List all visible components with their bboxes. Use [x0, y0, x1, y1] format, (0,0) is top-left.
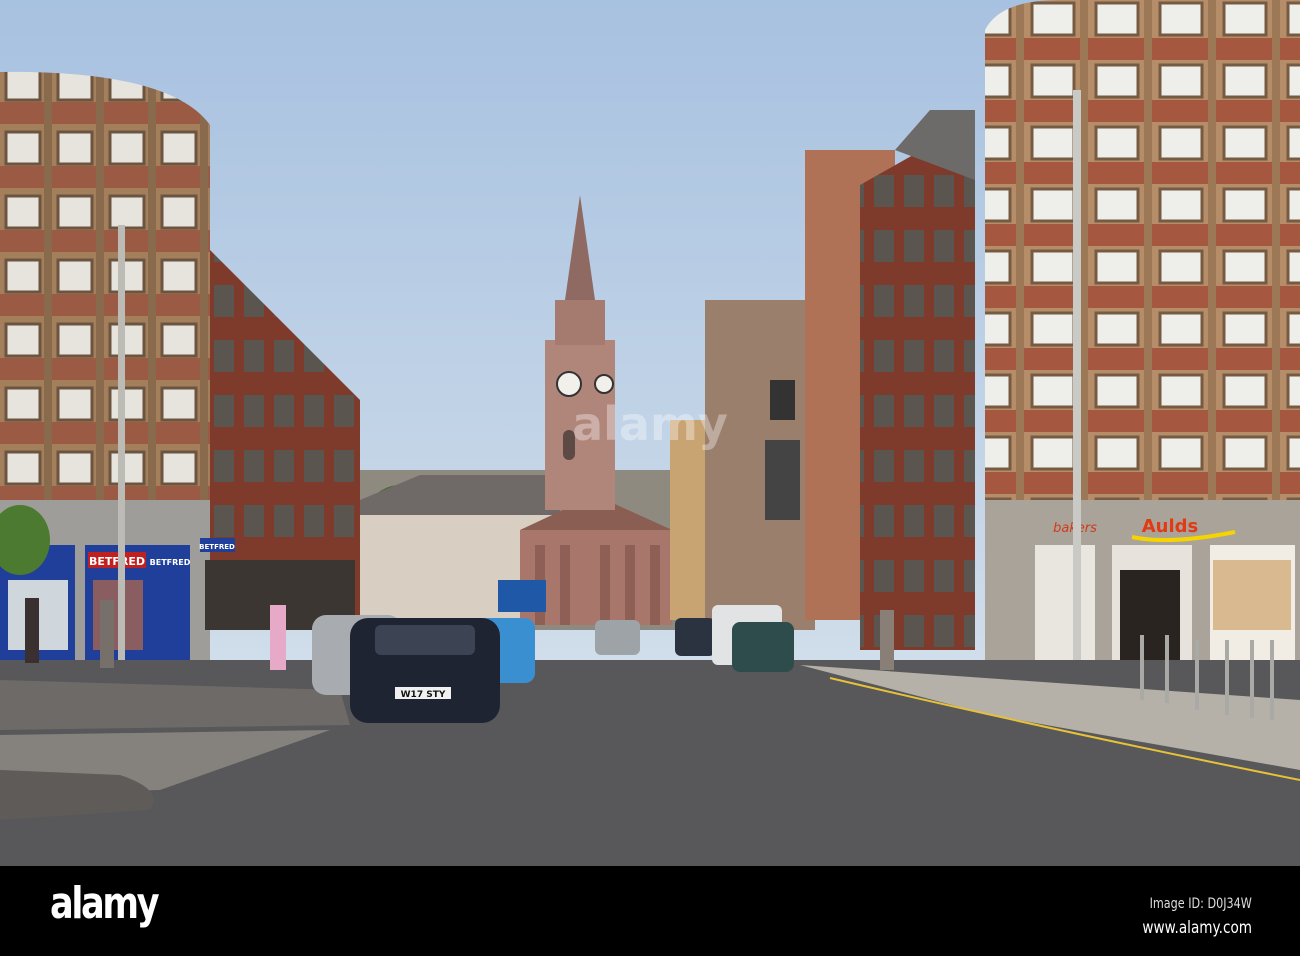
- food-poster: [1213, 560, 1291, 630]
- stock-photo-page: BETFRED BETFRED BETFRED Aulds bakers W17…: [0, 0, 1300, 956]
- site-url[interactable]: www.alamy.com: [1142, 918, 1252, 938]
- number-plate: W17 STY: [401, 690, 446, 700]
- betfred-sign: BETFRED: [89, 555, 145, 568]
- footer-bar: alamy Image ID: D0J34W www.alamy.com: [0, 866, 1300, 956]
- street-lamp: [1073, 90, 1081, 690]
- alamy-logo[interactable]: alamy: [50, 878, 160, 929]
- aulds-sign: Aulds: [1142, 516, 1199, 537]
- left-curved-building: [0, 71, 210, 511]
- betfred-sign: BETFRED: [199, 543, 235, 551]
- street-photo: BETFRED BETFRED BETFRED Aulds bakers W17…: [0, 0, 1300, 866]
- image-id: Image ID: D0J34W: [1149, 896, 1252, 912]
- right-curved-building: [985, 0, 1300, 510]
- clock-face: [594, 374, 614, 394]
- watermark: alamy: [572, 397, 728, 451]
- clock-face: [556, 371, 582, 397]
- right-brick-building: [860, 120, 975, 650]
- betfred-sign: BETFRED: [150, 558, 191, 567]
- street-lamp: [118, 225, 125, 665]
- bus: [498, 580, 546, 612]
